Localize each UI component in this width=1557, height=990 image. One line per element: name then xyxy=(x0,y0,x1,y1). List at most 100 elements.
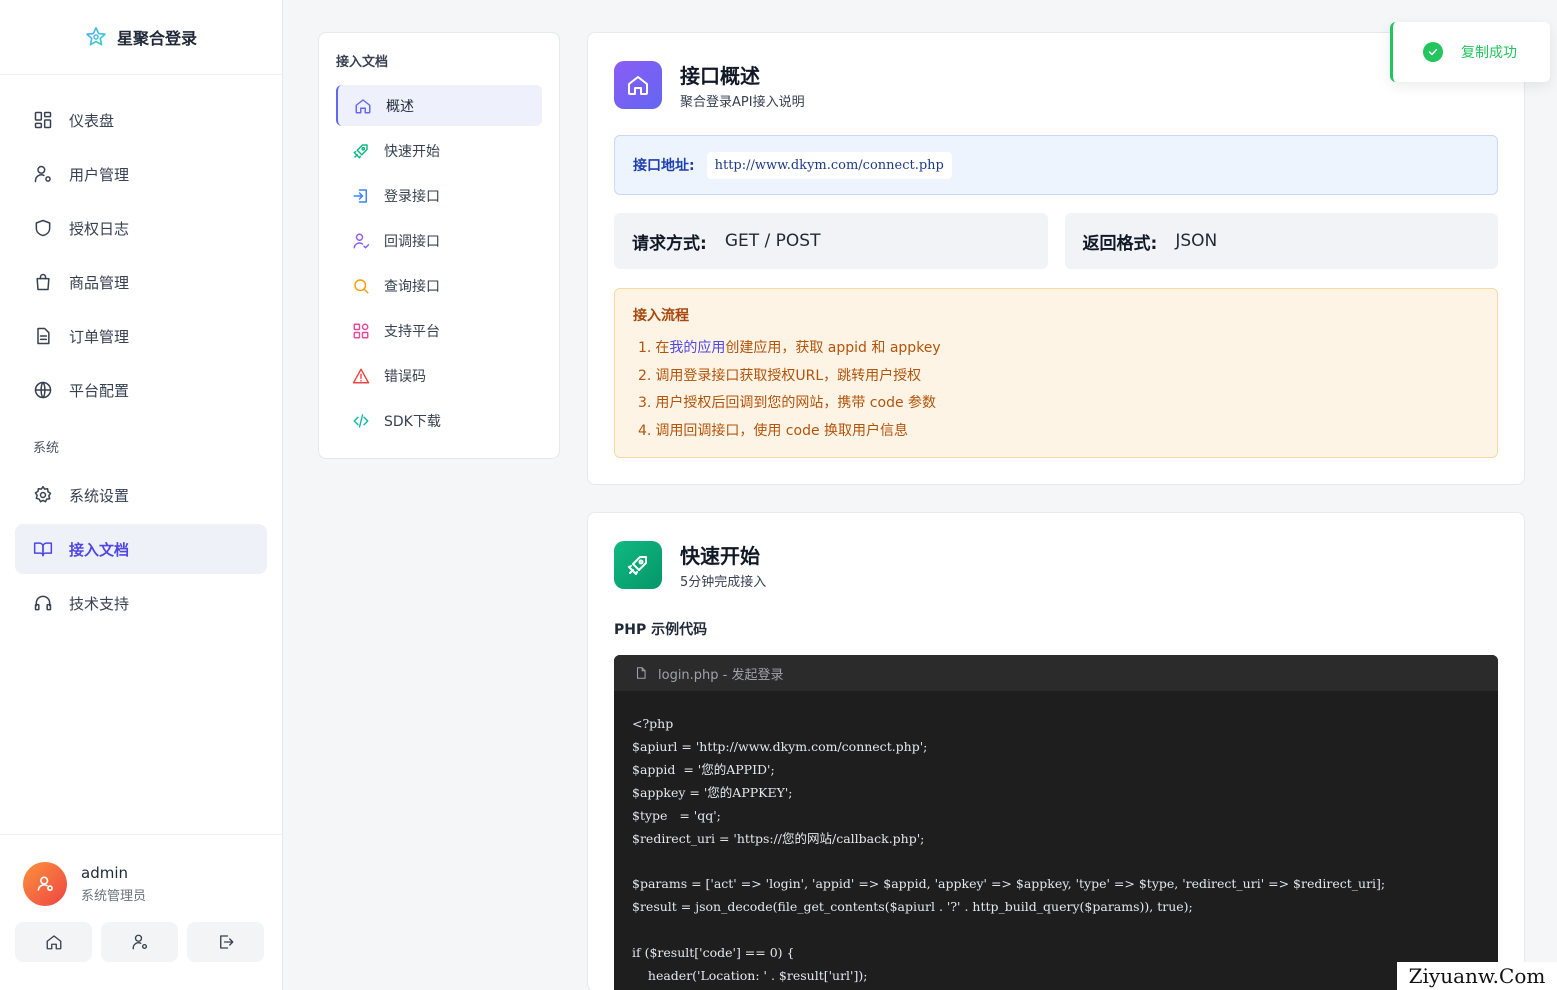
code-header: login.php - 发起登录 xyxy=(614,655,1498,691)
profile-button[interactable] xyxy=(101,922,178,962)
flow-list: 1. 在我的应用创建应用，获取 appid 和 appkey 2. 调用登录接口获取… xyxy=(633,337,1479,447)
logout-icon xyxy=(219,935,233,949)
document-icon xyxy=(37,327,50,345)
check-circle-icon xyxy=(1423,42,1443,62)
user-panel: admin 系统管理员 xyxy=(0,834,283,990)
flow-step: 4. 调用回调接口，使用 code 换取用户信息 xyxy=(638,422,909,439)
sidebar-item-users[interactable]: 用户管理 xyxy=(15,149,267,199)
sidebar-item-label: 商品管理 xyxy=(69,273,130,292)
api-address-label: 接口地址: xyxy=(633,158,695,174)
integration-flow-box: 接入流程 1. 在我的应用创建应用，获取 appid 和 appkey 2. 调用登… xyxy=(614,288,1498,458)
avatar xyxy=(23,862,67,906)
sidebar-item-docs[interactable]: 接入文档 xyxy=(15,524,267,574)
code-content[interactable]: <?php $apiurl = 'http://www.dkym.com/con… xyxy=(614,691,1498,990)
user-avatar-icon xyxy=(37,876,53,892)
overview-title: 接口概述 xyxy=(680,64,760,88)
warning-icon xyxy=(352,368,370,383)
doc-nav-platforms[interactable]: 支持平台 xyxy=(336,310,542,351)
doc-nav-login-api[interactable]: 登录接口 xyxy=(336,175,542,216)
sidebar-item-auth-log[interactable]: 授权日志 xyxy=(15,203,267,253)
doc-nav-label: 支持平台 xyxy=(384,323,440,340)
sidebar-item-label: 仪表盘 xyxy=(69,111,115,130)
grid-icon xyxy=(353,323,369,338)
quickstart-header: 快速开始 5分钟完成接入 xyxy=(588,513,1524,590)
doc-nav-label: 快速开始 xyxy=(384,143,440,160)
sidebar-item-platform[interactable]: 平台配置 xyxy=(15,365,267,415)
globe-icon xyxy=(34,381,52,399)
user-name: admin xyxy=(81,864,128,882)
quickstart-badge xyxy=(614,541,662,589)
user-role: 系统管理员 xyxy=(81,889,147,904)
doc-nav: 接入文档 概述 快速开始 登录接口 回调接口 查询接口 支持平台 错误码 SDK… xyxy=(318,32,560,459)
code-icon xyxy=(353,413,369,428)
doc-nav-sdk[interactable]: SDK下载 xyxy=(336,400,542,441)
overview-badge xyxy=(614,61,662,109)
doc-nav-label: 错误码 xyxy=(384,368,426,385)
request-method-box: 请求方式: GET / POST xyxy=(614,213,1048,269)
dashboard-icon xyxy=(34,111,52,129)
file-icon xyxy=(636,667,646,679)
api-address-url[interactable]: http://www.dkym.com/connect.php xyxy=(706,151,952,179)
sidebar: 星聚合登录 仪表盘 用户管理 授权日志 商品管理 订单管理 平台配置 系统 系统… xyxy=(0,0,283,990)
sidebar-item-label: 系统设置 xyxy=(69,486,130,505)
sidebar-item-label: 用户管理 xyxy=(69,165,130,184)
flow-step: 2. 调用登录接口获取授权URL，跳转用户授权 xyxy=(638,367,922,384)
rocket-icon xyxy=(628,556,647,575)
sidebar-item-products[interactable]: 商品管理 xyxy=(15,257,267,307)
home-icon xyxy=(46,935,61,950)
php-example-label: PHP 示例代码 xyxy=(614,622,708,638)
doc-nav-quickstart[interactable]: 快速开始 xyxy=(336,130,542,171)
flow-step: 3. 用户授权后回调到您的网站，携带 code 参数 xyxy=(638,395,937,411)
book-icon xyxy=(33,542,53,557)
user-actions xyxy=(0,906,283,962)
user-callback-icon xyxy=(353,233,370,248)
sidebar-item-orders[interactable]: 订单管理 xyxy=(15,311,267,361)
doc-nav-error-codes[interactable]: 错误码 xyxy=(336,355,542,396)
request-method-label: 请求方式: xyxy=(632,233,707,254)
overview-card: 接口概述 聚合登录API接入说明 接口地址: http://www.dkym.c… xyxy=(587,32,1525,485)
response-format-label: 返回格式: xyxy=(1082,233,1158,254)
sidebar-item-label: 接入文档 xyxy=(69,540,130,559)
rocket-icon xyxy=(353,143,368,158)
shopping-bag-icon xyxy=(36,273,50,291)
doc-nav-callback-api[interactable]: 回调接口 xyxy=(336,220,542,261)
doc-nav-label: 查询接口 xyxy=(384,278,440,295)
home-icon xyxy=(628,76,648,95)
code-block[interactable]: login.php - 发起登录 <?php $apiurl = 'http:/… xyxy=(614,655,1498,990)
overview-subtitle: 聚合登录API接入说明 xyxy=(680,95,805,110)
headset-icon xyxy=(34,595,52,611)
gear-icon xyxy=(34,485,52,503)
brand-title: 星聚合登录 xyxy=(116,29,197,48)
nav-section-system: 系统 xyxy=(33,441,60,456)
brand[interactable]: 星聚合登录 xyxy=(0,0,282,75)
sidebar-item-support[interactable]: 技术支持 xyxy=(15,578,267,628)
search-icon xyxy=(354,278,369,293)
watermark: Ziyuanw.Com xyxy=(1397,962,1557,990)
sidebar-item-settings[interactable]: 系统设置 xyxy=(15,470,267,520)
quickstart-title: 快速开始 xyxy=(680,544,760,568)
home-button[interactable] xyxy=(15,922,92,962)
user-gear-icon xyxy=(34,165,51,183)
main-nav: 仪表盘 用户管理 授权日志 商品管理 订单管理 平台配置 系统 系统设置 接入文… xyxy=(0,75,282,628)
doc-nav-label: 登录接口 xyxy=(384,188,440,205)
sidebar-item-label: 订单管理 xyxy=(69,327,130,346)
quickstart-card: 快速开始 5分钟完成接入 PHP 示例代码 login.php - 发起登录 <… xyxy=(587,512,1525,990)
doc-nav-query-api[interactable]: 查询接口 xyxy=(336,265,542,306)
user-gear-icon xyxy=(132,934,147,950)
flow-title: 接入流程 xyxy=(633,308,689,324)
sidebar-item-label: 平台配置 xyxy=(69,381,130,400)
toast-notification: 复制成功 xyxy=(1390,22,1550,82)
doc-nav-label: 概述 xyxy=(386,98,414,115)
star-logo-icon xyxy=(86,27,106,46)
toast-text: 复制成功 xyxy=(1461,45,1517,61)
user-info[interactable]: admin 系统管理员 xyxy=(0,835,283,906)
home-icon xyxy=(355,98,371,113)
shield-icon xyxy=(35,219,51,237)
sidebar-item-dashboard[interactable]: 仪表盘 xyxy=(15,95,267,145)
api-address-box: 接口地址: http://www.dkym.com/connect.php xyxy=(614,135,1498,195)
response-format-box: 返回格式: JSON xyxy=(1064,213,1498,269)
doc-nav-overview[interactable]: 概述 xyxy=(336,85,542,126)
code-filename: login.php - 发起登录 xyxy=(658,667,784,683)
my-apps-link[interactable]: 我的应用 xyxy=(669,340,725,356)
logout-button[interactable] xyxy=(187,922,264,962)
